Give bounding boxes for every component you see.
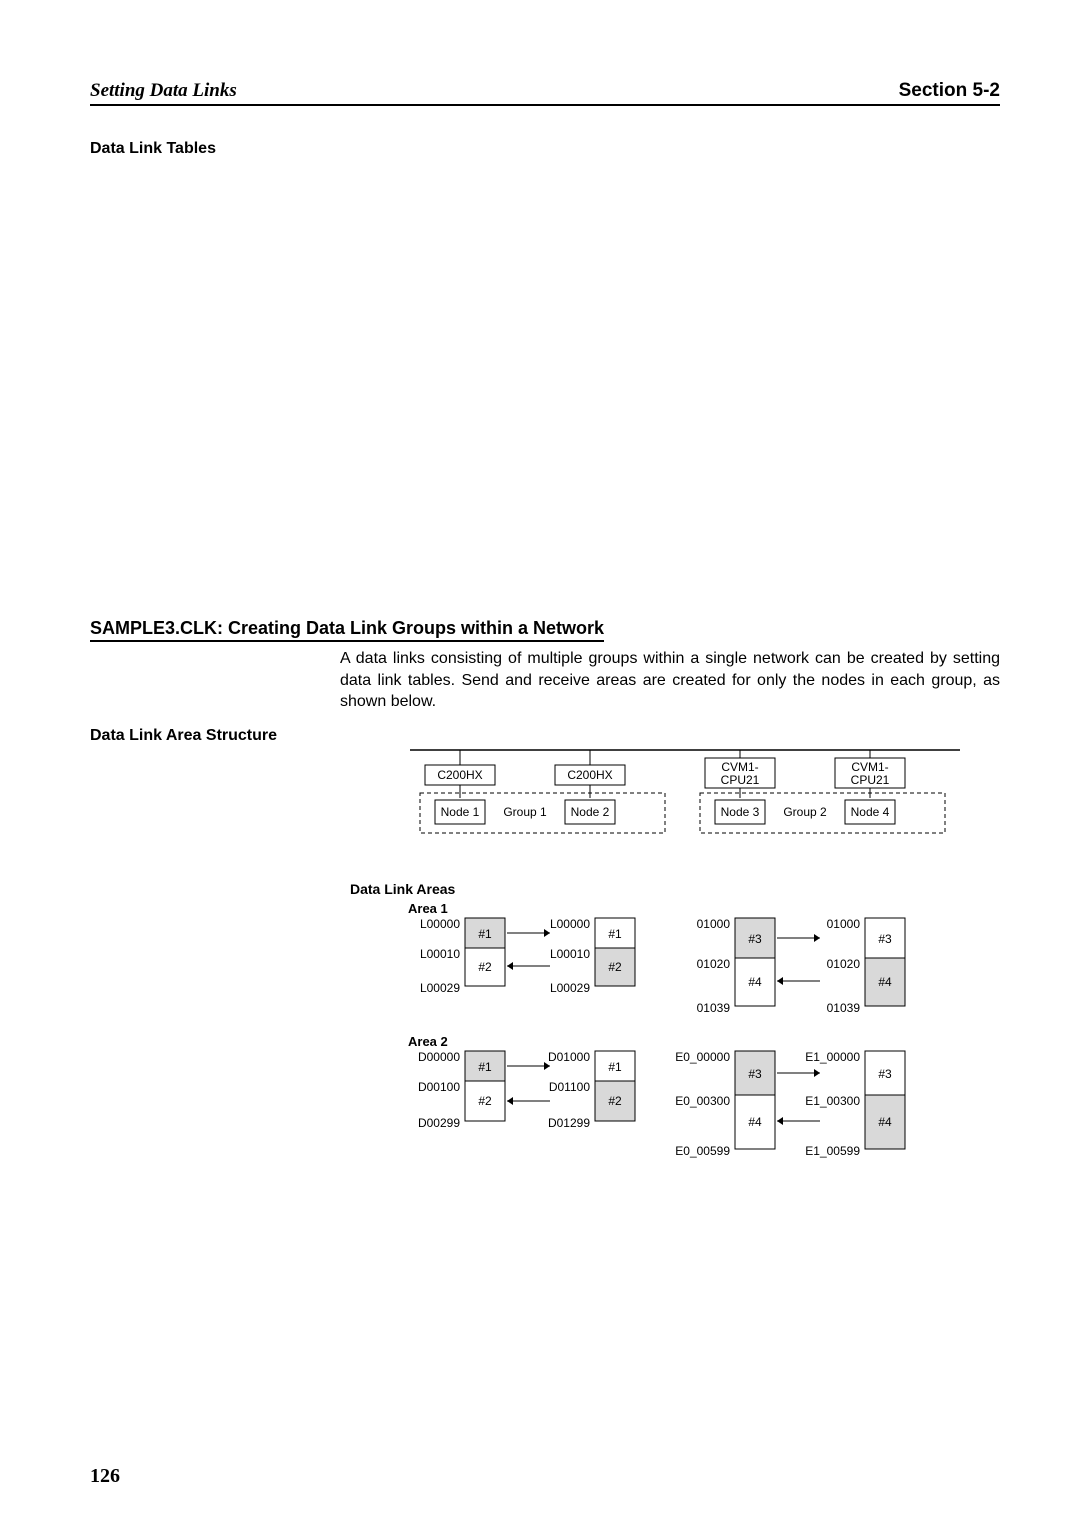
- addr-label: L00029: [550, 981, 590, 995]
- cpu-label: CPU21: [721, 773, 760, 787]
- addr-label: L00010: [420, 947, 460, 961]
- addr-label: L00000: [420, 917, 460, 931]
- node-label: Node 4: [851, 805, 890, 819]
- cpu-label: CPU21: [851, 773, 890, 787]
- cell-label: #4: [748, 1115, 762, 1129]
- cpu-label: CVM1-: [851, 760, 888, 774]
- diagram: C200HX C200HX CVM1- CPU21 CVM1- CPU21 No…: [400, 740, 1000, 1167]
- area1-title: Area 1: [408, 901, 1000, 916]
- body-text: A data links consisting of multiple grou…: [340, 648, 1000, 713]
- cell-label: #2: [608, 1094, 622, 1108]
- subheading-data-link-tables: Data Link Tables: [90, 140, 1000, 158]
- node-label: Node 2: [571, 805, 610, 819]
- network-diagram: C200HX C200HX CVM1- CPU21 CVM1- CPU21 No…: [400, 740, 1000, 850]
- cell-label: #4: [878, 975, 892, 989]
- header-bar: Setting Data Links Section 5-2: [90, 80, 1000, 106]
- cell-label: #4: [878, 1115, 892, 1129]
- group-label: Group 2: [783, 805, 827, 819]
- addr-label: 01039: [697, 1001, 731, 1015]
- data-link-areas-heading: Data Link Areas: [350, 881, 1000, 897]
- addr-label: L00000: [550, 917, 590, 931]
- addr-label: 01020: [697, 957, 731, 971]
- addr-label: E1_00599: [805, 1144, 860, 1158]
- area1-diagram: L00000 L00010 L00029 #1 #2 L00000 L00010…: [400, 916, 1000, 1021]
- cell-label: #3: [878, 1067, 892, 1081]
- addr-label: E0_00300: [675, 1094, 730, 1108]
- cell-label: #3: [748, 932, 762, 946]
- addr-label: D00100: [418, 1080, 460, 1094]
- addr-label: 01000: [827, 917, 861, 931]
- cell-label: #1: [478, 1060, 492, 1074]
- cell-label: #3: [878, 932, 892, 946]
- node-label: Node 1: [441, 805, 480, 819]
- addr-label: L00010: [550, 947, 590, 961]
- page-number: 126: [90, 1465, 120, 1488]
- addr-label: L00029: [420, 981, 460, 995]
- cpu-label: C200HX: [567, 768, 612, 782]
- addr-label: D01299: [548, 1116, 590, 1130]
- addr-label: 01000: [697, 917, 731, 931]
- addr-label: D00299: [418, 1116, 460, 1130]
- addr-label: E1_00000: [805, 1050, 860, 1064]
- header-right: Section 5-2: [899, 80, 1000, 102]
- addr-label: 01039: [827, 1001, 861, 1015]
- cpu-label: C200HX: [437, 768, 482, 782]
- cell-label: #3: [748, 1067, 762, 1081]
- addr-label: D00000: [418, 1050, 460, 1064]
- cell-label: #1: [608, 927, 622, 941]
- addr-label: E0_00000: [675, 1050, 730, 1064]
- page: Setting Data Links Section 5-2 Data Link…: [0, 0, 1080, 1528]
- addr-label: D01100: [549, 1080, 590, 1094]
- cell-label: #4: [748, 975, 762, 989]
- cell-label: #1: [608, 1060, 622, 1074]
- addr-label: E1_00300: [805, 1094, 860, 1108]
- header-left: Setting Data Links: [90, 80, 237, 102]
- cell-label: #2: [478, 960, 492, 974]
- cell-label: #1: [478, 927, 492, 941]
- area2-diagram: D00000 D00100 D00299 #1 #2 D01000 D01100…: [400, 1049, 1000, 1164]
- cell-label: #2: [478, 1094, 492, 1108]
- cell-label: #2: [608, 960, 622, 974]
- node-label: Node 3: [721, 805, 760, 819]
- addr-label: E0_00599: [675, 1144, 730, 1158]
- addr-label: 01020: [827, 957, 861, 971]
- section-title: SAMPLE3.CLK: Creating Data Link Groups w…: [90, 618, 604, 642]
- cpu-label: CVM1-: [721, 760, 758, 774]
- addr-label: D01000: [548, 1050, 590, 1064]
- area2-title: Area 2: [408, 1034, 1000, 1049]
- group-label: Group 1: [503, 805, 547, 819]
